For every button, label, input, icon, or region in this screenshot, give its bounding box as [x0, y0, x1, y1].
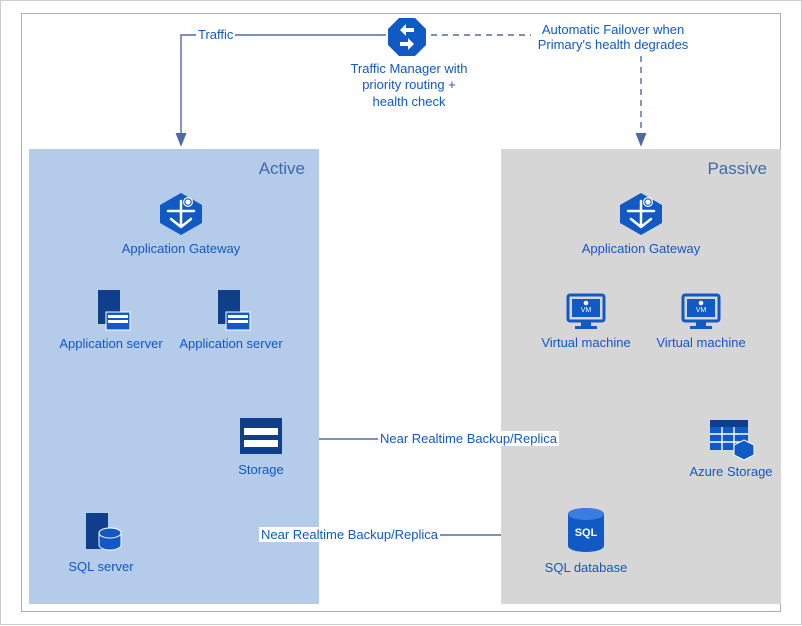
diagram-canvas: Active Passive Traffic Manager with prio…: [0, 0, 802, 625]
passive-app-gateway-node: Application Gateway: [601, 191, 681, 256]
traffic-manager-icon: [386, 16, 428, 58]
vm-2-label: Virtual machine: [656, 335, 745, 350]
svg-text:SQL: SQL: [575, 527, 598, 539]
app-server-1-node: Application server: [56, 286, 166, 351]
passive-region-title: Passive: [707, 159, 767, 179]
azure-storage-icon: [706, 414, 756, 460]
app-server-2-node: Application server: [176, 286, 286, 351]
storage-label: Storage: [238, 462, 284, 477]
sql-server-icon: [78, 509, 124, 555]
svg-text:VM: VM: [581, 307, 592, 314]
sql-server-label: SQL server: [68, 559, 133, 574]
traffic-edge-label: Traffic: [196, 27, 235, 42]
sql-backup-label: Near Realtime Backup/Replica: [259, 527, 440, 542]
app-gateway-icon: [618, 191, 664, 237]
azure-storage-node: Azure Storage: [686, 414, 776, 479]
sql-server-node: SQL server: [56, 509, 146, 574]
traffic-manager-node: [379, 16, 435, 58]
sql-db-node: SQL SQL database: [541, 506, 631, 575]
vm-2-node: VM Virtual machine: [651, 291, 751, 350]
active-app-gateway-label: Application Gateway: [111, 241, 251, 256]
svg-text:VM: VM: [696, 307, 707, 314]
azure-storage-label: Azure Storage: [689, 464, 772, 479]
failover-edge-label: Automatic Failover when Primary's health…: [531, 22, 695, 52]
active-app-gateway-node: Application Gateway: [141, 191, 221, 256]
app-server-2-label: Application server: [179, 336, 282, 351]
sql-db-icon: SQL: [564, 506, 608, 556]
storage-node: Storage: [216, 414, 306, 477]
passive-app-gateway-label: Application Gateway: [571, 241, 711, 256]
active-region-title: Active: [259, 159, 305, 179]
app-gateway-icon: [158, 191, 204, 237]
server-icon: [208, 286, 254, 332]
vm-1-label: Virtual machine: [541, 335, 630, 350]
app-server-1-label: Application server: [59, 336, 162, 351]
server-icon: [88, 286, 134, 332]
vm-icon: VM: [679, 291, 723, 331]
vm-1-node: VM Virtual machine: [536, 291, 636, 350]
sql-db-label: SQL database: [545, 560, 628, 575]
vm-icon: VM: [564, 291, 608, 331]
storage-icon: [236, 414, 286, 458]
storage-backup-label: Near Realtime Backup/Replica: [378, 431, 559, 446]
traffic-manager-label: Traffic Manager with priority routing + …: [349, 61, 469, 110]
